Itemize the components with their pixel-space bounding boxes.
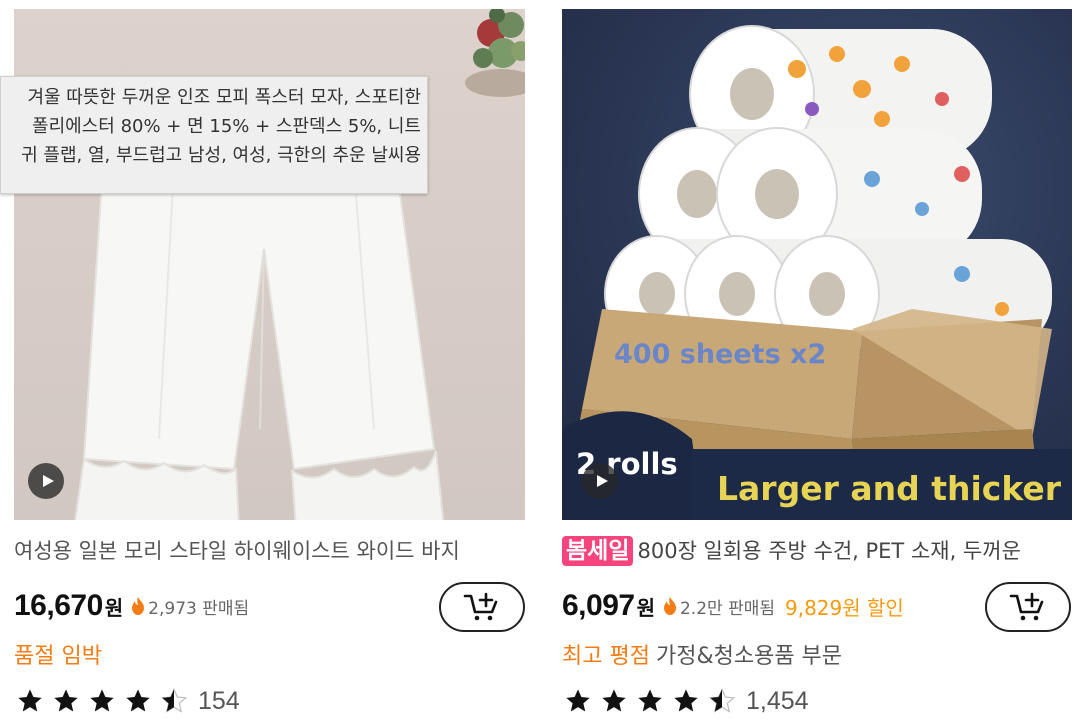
tooltip-line: 폴리에스터 80% + 면 15% + 스판덱스 5%, 니트 [32, 116, 421, 137]
product-title-text: 800장 일회용 주방 수건, PET 소재, 두꺼운 [637, 539, 1021, 563]
star-full-icon [674, 689, 698, 712]
image-caption-larger: Larger and thicker [717, 469, 1062, 508]
star-full-icon [566, 689, 590, 712]
star-full-icon [54, 689, 78, 712]
product-tag: 품절 임박 [14, 638, 102, 670]
rating-row[interactable]: 154 [16, 684, 240, 718]
star-full-icon [18, 689, 42, 712]
add-to-cart-icon [1009, 592, 1044, 621]
star-full-icon [90, 689, 114, 712]
price-row: 16,670 원 2,973 판매됨 [14, 586, 249, 626]
top-rated-category: 가정&청소용품 부문 [655, 644, 843, 669]
play-icon [596, 475, 608, 487]
low-stock-label: 품절 임박 [14, 644, 102, 669]
play-video-button[interactable] [28, 463, 64, 499]
fire-icon [132, 597, 145, 615]
tooltip-line: 겨울 따뜻한 두꺼운 인조 모피 폭스터 모자, 스포티한 [27, 87, 421, 108]
tooltip-line: 귀 플랩, 열, 부드럽고 남성, 여성, 극한의 추운 날씨용 [21, 145, 421, 166]
product-image[interactable]: 400 sheets x2 2 rolls Larger and thicker [562, 9, 1072, 520]
sold-count: 2.2만 판매됨 [679, 598, 775, 619]
add-to-cart-button[interactable] [439, 582, 525, 632]
spring-sale-badge: 봄세일 [562, 536, 634, 566]
star-full-icon [602, 689, 626, 712]
price-currency: 원 [636, 595, 655, 620]
play-video-button[interactable] [582, 463, 618, 499]
paper-rolls-illustration [562, 25, 1072, 520]
star-full-icon [126, 689, 150, 712]
product-title[interactable]: 여성용 일본 모리 스타일 하이웨이스트 와이드 바지 [14, 536, 525, 566]
succulent-plant-decoration [465, 9, 525, 97]
top-rated-label: 최고 평점 [562, 644, 650, 669]
rating-row[interactable]: 1,454 [564, 684, 809, 718]
discount-amount: 9,829원 할인 [784, 595, 904, 620]
star-full-icon [638, 689, 662, 712]
add-to-cart-icon [463, 592, 498, 621]
price-row: 6,097 원 2.2만 판매됨 9,829원 할인 [562, 586, 904, 626]
play-icon [42, 475, 54, 487]
price: 16,670 [14, 589, 103, 622]
add-to-cart-button[interactable] [985, 582, 1071, 632]
sold-count: 2,973 판매됨 [148, 598, 250, 619]
image-caption-sheets: 400 sheets x2 [614, 339, 827, 370]
price: 6,097 [562, 589, 635, 622]
star-half-icon [708, 687, 736, 713]
product-title[interactable]: 봄세일 800장 일회용 주방 수건, PET 소재, 두꺼운 [562, 536, 1072, 566]
review-count: 154 [198, 686, 240, 715]
product-tooltip: 겨울 따뜻한 두꺼운 인조 모피 폭스터 모자, 스포티한 폴리에스터 80% … [0, 76, 428, 194]
price-currency: 원 [104, 595, 124, 620]
star-half-icon [160, 687, 188, 713]
fire-icon [663, 597, 676, 615]
review-count: 1,454 [746, 686, 809, 715]
product-tag[interactable]: 최고 평점 가정&청소용품 부문 [562, 638, 842, 670]
